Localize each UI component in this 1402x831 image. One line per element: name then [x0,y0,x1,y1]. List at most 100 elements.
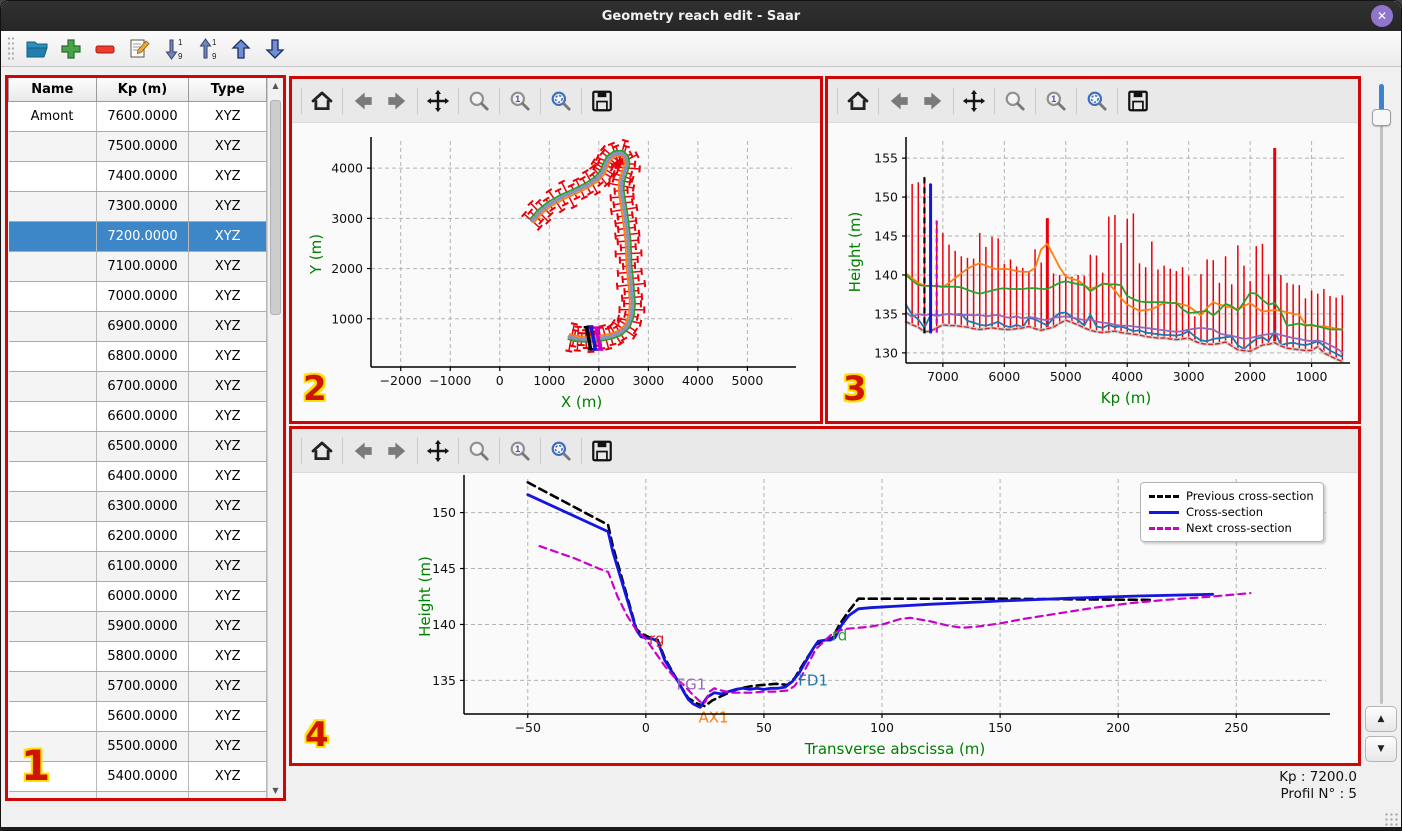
close-icon[interactable]: ✕ [1371,5,1393,27]
slider-track[interactable] [1380,84,1383,704]
table-row[interactable]: 7100.0000 XYZ [8,251,267,282]
table-row[interactable]: 5600.0000 XYZ [8,701,267,732]
table-cell[interactable] [8,791,97,798]
table-cell[interactable]: XYZ [188,731,267,762]
table-cell[interactable] [8,281,97,312]
table-cell[interactable]: XYZ [188,311,267,342]
table-cell[interactable]: 5500.0000 [96,731,190,762]
col-header-kp[interactable]: Kp (m) [95,78,190,102]
table-row[interactable]: 5300.0000XYZ [8,791,267,798]
table-row[interactable]: 6200.0000 XYZ [8,521,267,552]
pan-icon[interactable] [421,84,455,118]
table-cell[interactable]: XYZ [188,401,267,432]
table-row[interactable]: 7500.0000 XYZ [8,131,267,162]
table-cell[interactable] [8,311,97,342]
table-cell[interactable] [8,461,97,492]
table-cell[interactable] [8,671,97,702]
table-cell[interactable] [8,341,97,372]
table-cell[interactable] [8,521,97,552]
zoom-select-icon[interactable] [544,434,578,468]
table-cell[interactable]: XYZ [188,191,267,222]
table-cell[interactable]: 6300.0000 [96,491,190,522]
table-cell[interactable]: XYZ [188,341,267,372]
table-cell[interactable]: XYZ [188,641,267,672]
table-row[interactable]: 5700.0000 XYZ [8,671,267,702]
profile-down-icon[interactable]: ▼ [1365,736,1397,762]
sort-descending-icon[interactable]: 19 [158,34,188,64]
table-cell[interactable]: 7400.0000 [96,161,190,192]
table-cell[interactable]: 5400.0000 [96,761,190,792]
home-icon[interactable] [841,84,875,118]
table-cell[interactable]: XYZ [188,431,267,462]
table-cell[interactable]: 6600.0000 [96,401,190,432]
table-cell[interactable]: 5900.0000 [96,611,190,642]
table-cell[interactable]: 7600.0000 [96,101,190,132]
table-cell[interactable]: 7100.0000 [96,251,190,282]
table-row[interactable]: 7000.0000 XYZ [8,281,267,312]
sort-ascending-icon[interactable]: 19 [192,34,222,64]
table-row[interactable]: 6000.0000 XYZ [8,581,267,612]
table-cell[interactable] [8,491,97,522]
table-cell[interactable] [8,251,97,282]
table-cell[interactable]: XYZ [188,701,267,732]
longitudinal-plot-canvas[interactable]: 7000 6000 5000 4000 3000 2000 1000 130 135 140 145… [828,123,1358,421]
forward-icon[interactable] [380,434,414,468]
table-row[interactable]: 7300.0000 XYZ [8,191,267,222]
slider-handle[interactable] [1372,109,1391,126]
table-cell[interactable]: XYZ [188,491,267,522]
table-row[interactable]: 7200.0000 XYZ [8,221,267,252]
add-icon[interactable] [56,34,86,64]
scroll-up-icon[interactable]: ▲ [269,78,282,93]
table-cell[interactable] [8,131,97,162]
save-icon[interactable] [585,434,619,468]
zoom-previous-icon[interactable]: 1 [503,434,537,468]
table-row[interactable]: 6400.0000 XYZ [8,461,267,492]
zoom-select-icon[interactable] [544,84,578,118]
scrollbar-thumb[interactable] [270,100,281,315]
table-cell[interactable]: XYZ [188,761,267,792]
table-row[interactable]: 6100.0000 XYZ [8,551,267,582]
table-cell[interactable]: 6200.0000 [96,521,190,552]
move-down-icon[interactable] [260,34,290,64]
table-cell[interactable] [8,431,97,462]
table-cell[interactable] [8,401,97,432]
table-cell[interactable]: 6100.0000 [96,551,190,582]
table-cell[interactable]: XYZ [188,791,267,798]
col-header-type[interactable]: Type [188,78,267,102]
zoom-icon[interactable] [998,84,1032,118]
zoom-icon[interactable] [462,84,496,118]
table-cell[interactable]: XYZ [188,101,267,132]
back-icon[interactable] [882,84,916,118]
edit-icon[interactable] [124,34,154,64]
table-cell[interactable]: XYZ [188,611,267,642]
move-up-icon[interactable] [226,34,256,64]
table-cell[interactable]: XYZ [188,371,267,402]
table-row[interactable]: 6600.0000 XYZ [8,401,267,432]
table-row[interactable]: 6900.0000 XYZ [8,311,267,342]
resize-grip[interactable] [1384,812,1398,826]
forward-icon[interactable] [380,84,414,118]
table-cell[interactable]: XYZ [188,581,267,612]
table-cell[interactable]: 6800.0000 [96,341,190,372]
table-row[interactable]: 6500.0000 XYZ [8,431,267,462]
forward-icon[interactable] [916,84,950,118]
table-cell[interactable]: XYZ [188,281,267,312]
table-cell[interactable]: XYZ [188,251,267,282]
zoom-previous-icon[interactable]: 1 [503,84,537,118]
table-cell[interactable]: 7300.0000 [96,191,190,222]
table-cell[interactable] [8,701,97,732]
table-cell[interactable] [8,551,97,582]
table-cell[interactable]: 5700.0000 [96,671,190,702]
table-cell[interactable]: XYZ [188,461,267,492]
zoom-previous-icon[interactable]: 1 [1039,84,1073,118]
table-cell[interactable]: 7200.0000 [96,221,190,252]
table-row[interactable]: 6800.0000 XYZ [8,341,267,372]
back-icon[interactable] [346,84,380,118]
table-cell[interactable]: 6700.0000 [96,371,190,402]
table-row[interactable]: 5900.0000 XYZ [8,611,267,642]
table-cell[interactable]: 5800.0000 [96,641,190,672]
table-cell[interactable]: 5600.0000 [96,701,190,732]
table-cell[interactable] [8,581,97,612]
table-cell[interactable]: XYZ [188,671,267,702]
toolbar-grip[interactable] [7,35,14,62]
